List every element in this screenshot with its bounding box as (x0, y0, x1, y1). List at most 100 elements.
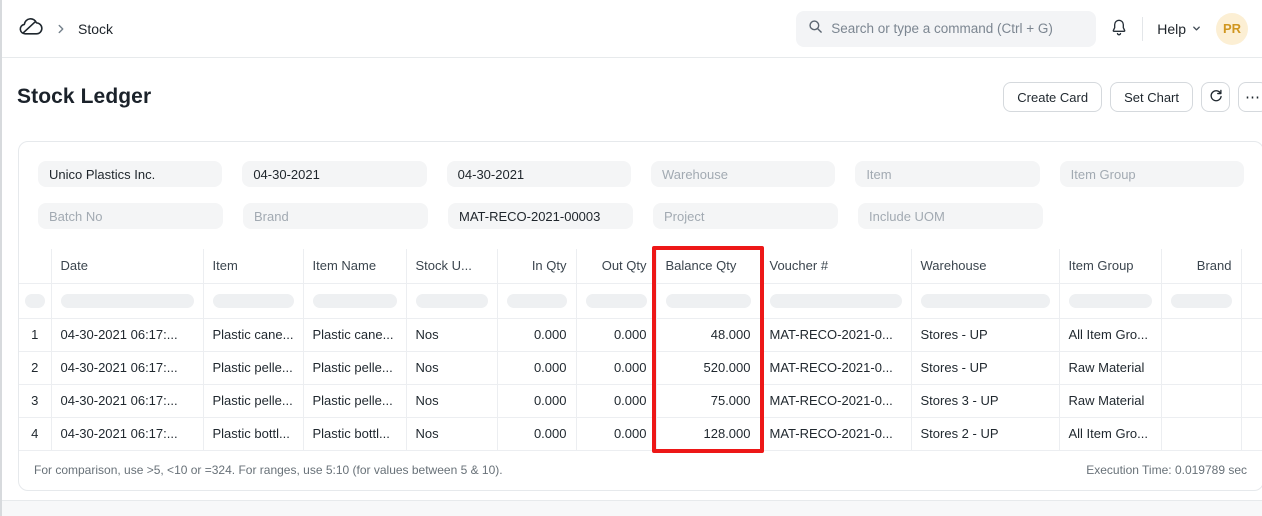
global-search[interactable] (796, 11, 1096, 47)
more-menu-button[interactable]: ⋯ (1238, 82, 1262, 112)
filter-batch-no[interactable]: Batch No (38, 203, 223, 229)
column-header-date[interactable]: Date (51, 249, 203, 283)
filter-company[interactable]: Unico Plastics Inc. (38, 161, 222, 187)
cell-voucher[interactable]: MAT-RECO-2021-0... (760, 351, 911, 384)
help-label: Help (1157, 21, 1186, 37)
column-header-item-group[interactable]: Item Group (1059, 249, 1161, 283)
column-filter-cell[interactable] (760, 283, 911, 318)
column-header-warehouse[interactable]: Warehouse (911, 249, 1059, 283)
cell-in-qty[interactable]: 0.000 (497, 318, 576, 351)
column-filter-cell[interactable] (19, 283, 51, 318)
cell-balance-qty[interactable]: 128.000 (656, 417, 760, 450)
cell-item[interactable]: Plastic pelle... (203, 384, 303, 417)
cell-voucher[interactable]: MAT-RECO-2021-0... (760, 417, 911, 450)
refresh-icon (1209, 89, 1223, 106)
column-filter-cell[interactable] (303, 283, 406, 318)
cell-filler (1241, 417, 1262, 450)
refresh-button[interactable] (1201, 82, 1230, 112)
cell-item-group[interactable]: All Item Gro... (1059, 417, 1161, 450)
column-filter-cell[interactable] (576, 283, 656, 318)
filter-warehouse[interactable]: Warehouse (651, 161, 835, 187)
cell-warehouse[interactable]: Stores - UP (911, 318, 1059, 351)
cell-brand[interactable] (1161, 384, 1241, 417)
cell-item[interactable]: Plastic pelle... (203, 351, 303, 384)
column-filter-cell[interactable] (656, 283, 760, 318)
column-filter-cell[interactable] (51, 283, 203, 318)
cell-balance-qty[interactable]: 75.000 (656, 384, 760, 417)
filter-project[interactable]: Project (653, 203, 838, 229)
cell-balance-qty[interactable]: 48.000 (656, 318, 760, 351)
user-avatar[interactable]: PR (1216, 13, 1248, 45)
cell-date[interactable]: 04-30-2021 06:17:... (51, 351, 203, 384)
column-header-item-name[interactable]: Item Name (303, 249, 406, 283)
cell-brand[interactable] (1161, 351, 1241, 384)
help-menu[interactable]: Help (1157, 21, 1202, 37)
ellipsis-icon: ⋯ (1245, 88, 1261, 106)
cell-out-qty[interactable]: 0.000 (576, 417, 656, 450)
cloud-logo-icon (17, 15, 44, 43)
filter-item[interactable]: Item (855, 161, 1039, 187)
cell-item-name[interactable]: Plastic pelle... (303, 351, 406, 384)
skeleton-pill (1171, 294, 1232, 308)
cell-date[interactable]: 04-30-2021 06:17:... (51, 384, 203, 417)
filter-item-group[interactable]: Item Group (1060, 161, 1244, 187)
header-row-number (19, 249, 51, 283)
skeleton-pill (1069, 294, 1152, 308)
cell-item[interactable]: Plastic bottl... (203, 417, 303, 450)
filter-include-uom[interactable]: Include UOM (858, 203, 1043, 229)
cell-out-qty[interactable]: 0.000 (576, 384, 656, 417)
column-filter-cell[interactable] (406, 283, 497, 318)
cell-in-qty[interactable]: 0.000 (497, 384, 576, 417)
skeleton-pill (313, 294, 397, 308)
cell-item-name[interactable]: Plastic pelle... (303, 384, 406, 417)
cell-item-group[interactable]: All Item Gro... (1059, 318, 1161, 351)
cell-item-group[interactable]: Raw Material (1059, 351, 1161, 384)
cell-in-qty[interactable]: 0.000 (497, 417, 576, 450)
cell-voucher[interactable]: MAT-RECO-2021-0... (760, 318, 911, 351)
filter-brand[interactable]: Brand (243, 203, 428, 229)
column-header-voucher[interactable]: Voucher # (760, 249, 911, 283)
app-logo[interactable] (17, 15, 44, 43)
cell-warehouse[interactable]: Stores 3 - UP (911, 384, 1059, 417)
cell-item-group[interactable]: Raw Material (1059, 384, 1161, 417)
column-header-brand[interactable]: Brand (1161, 249, 1241, 283)
column-filter-cell[interactable] (1161, 283, 1241, 318)
cell-date[interactable]: 04-30-2021 06:17:... (51, 417, 203, 450)
cell-brand[interactable] (1161, 417, 1241, 450)
column-filter-cell[interactable] (1059, 283, 1161, 318)
column-header-balance-qty[interactable]: Balance Qty (656, 249, 760, 283)
cell-stock-uom[interactable]: Nos (406, 417, 497, 450)
cell-item-name[interactable]: Plastic cane... (303, 318, 406, 351)
create-card-button[interactable]: Create Card (1003, 82, 1102, 112)
column-header-stock-uom[interactable]: Stock U... (406, 249, 497, 283)
cell-warehouse[interactable]: Stores 2 - UP (911, 417, 1059, 450)
cell-warehouse[interactable]: Stores - UP (911, 351, 1059, 384)
cell-stock-uom[interactable]: Nos (406, 318, 497, 351)
cell-in-qty[interactable]: 0.000 (497, 351, 576, 384)
cell-brand[interactable] (1161, 318, 1241, 351)
cell-item[interactable]: Plastic cane... (203, 318, 303, 351)
cell-out-qty[interactable]: 0.000 (576, 318, 656, 351)
filter-voucher-no[interactable]: MAT-RECO-2021-00003 (448, 203, 633, 229)
column-header-in-qty[interactable]: In Qty (497, 249, 576, 283)
column-filter-cell[interactable] (911, 283, 1059, 318)
cell-balance-qty[interactable]: 520.000 (656, 351, 760, 384)
column-header-item[interactable]: Item (203, 249, 303, 283)
filter-to-date[interactable]: 04-30-2021 (447, 161, 631, 187)
set-chart-button[interactable]: Set Chart (1110, 82, 1193, 112)
search-input[interactable] (831, 21, 1084, 36)
column-filter-cell[interactable] (203, 283, 303, 318)
cell-item-name[interactable]: Plastic bottl... (303, 417, 406, 450)
notifications-button[interactable] (1110, 18, 1128, 40)
cell-date[interactable]: 04-30-2021 06:17:... (51, 318, 203, 351)
cell-voucher[interactable]: MAT-RECO-2021-0... (760, 384, 911, 417)
column-filter-cell[interactable] (497, 283, 576, 318)
cell-stock-uom[interactable]: Nos (406, 384, 497, 417)
row-number: 3 (19, 384, 51, 417)
breadcrumb-item-stock[interactable]: Stock (78, 21, 113, 37)
column-header-out-qty[interactable]: Out Qty (576, 249, 656, 283)
filter-from-date[interactable]: 04-30-2021 (242, 161, 426, 187)
bottom-strip (2, 500, 1262, 516)
cell-out-qty[interactable]: 0.000 (576, 351, 656, 384)
cell-stock-uom[interactable]: Nos (406, 351, 497, 384)
